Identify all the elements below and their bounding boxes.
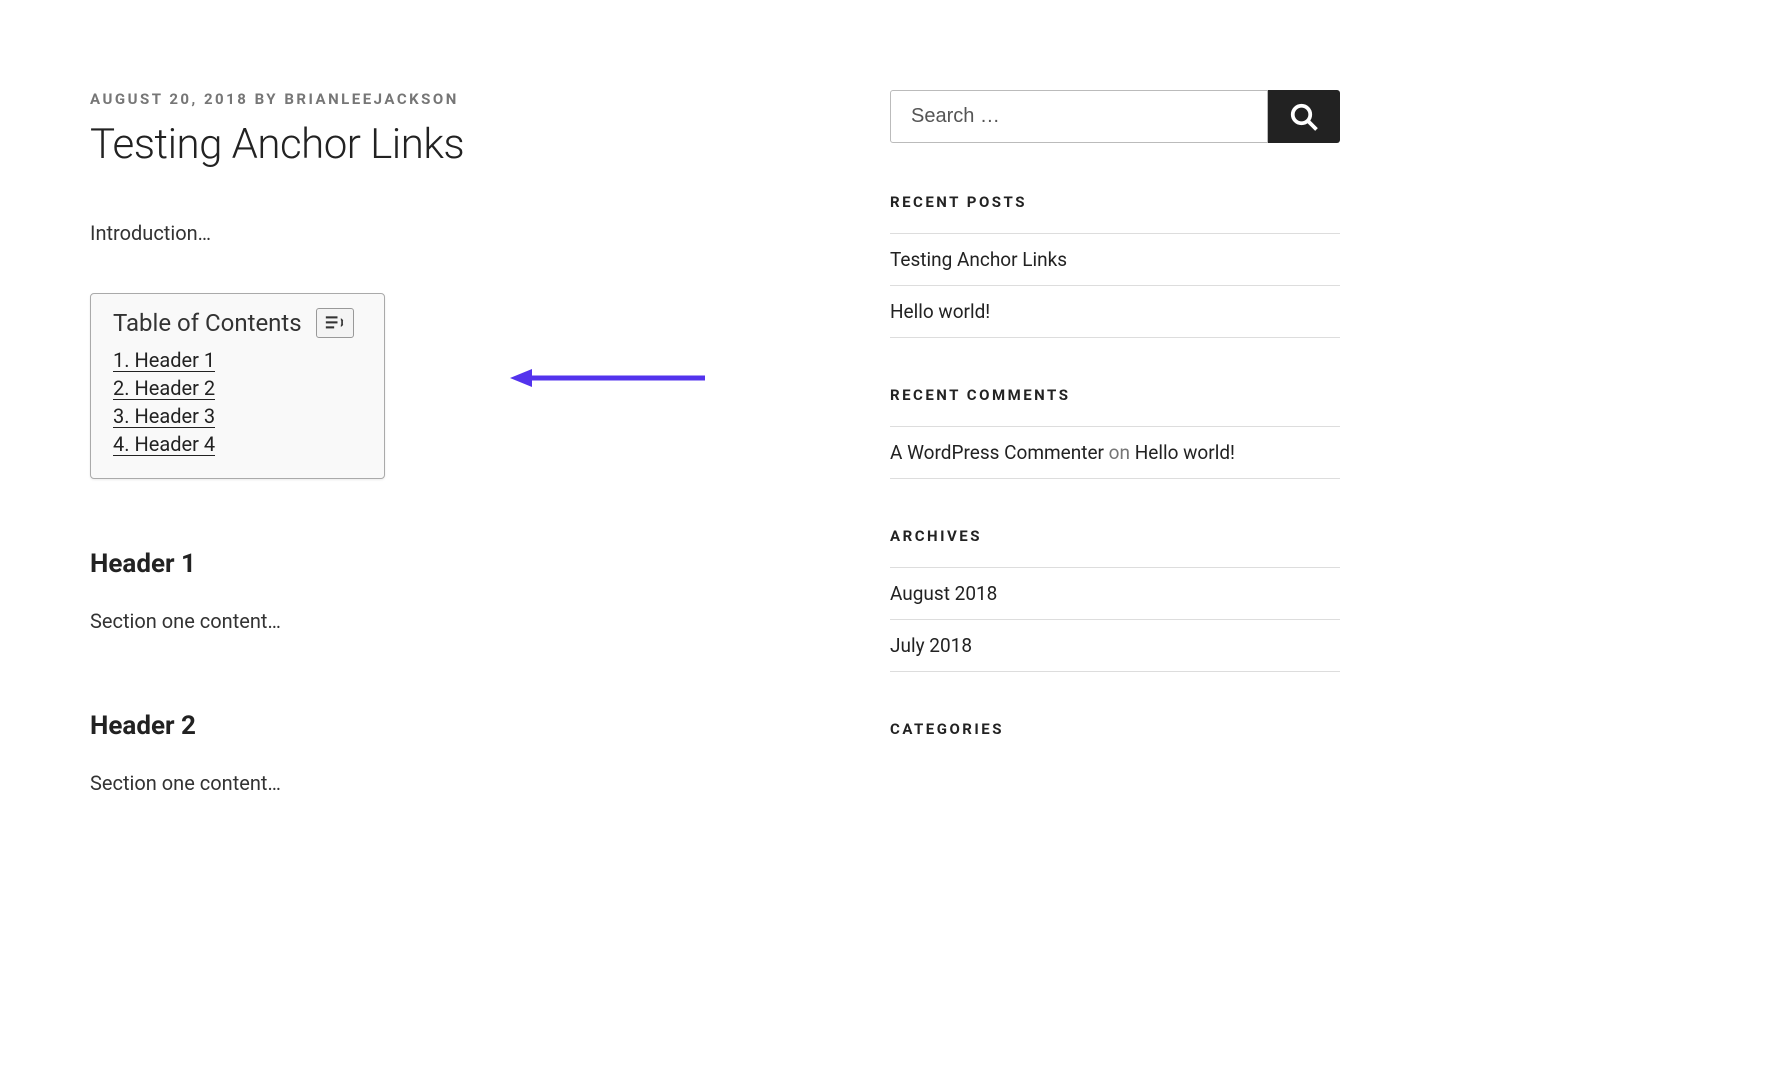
- recent-comments-list: A WordPress Commenter on Hello world!: [890, 426, 1340, 479]
- main-content: AUGUST 20, 2018 BY BRIANLEEJACKSON Testi…: [90, 90, 810, 873]
- post-intro: Introduction…: [90, 221, 810, 245]
- toc-item: 1. Header 1: [113, 348, 362, 372]
- search-form: [890, 90, 1340, 143]
- archives-list: August 2018 July 2018: [890, 567, 1340, 672]
- post-meta: AUGUST 20, 2018 BY BRIANLEEJACKSON: [90, 90, 810, 108]
- widget-title-recent-comments: Recent Comments: [890, 386, 1340, 404]
- toc-item: 2. Header 2: [113, 376, 362, 400]
- toc-title: Table of Contents: [113, 309, 302, 337]
- annotation-arrow: [510, 363, 710, 397]
- recent-post-link[interactable]: Hello world!: [890, 300, 990, 323]
- comment-post-link[interactable]: Hello world!: [1135, 441, 1235, 464]
- list-item: Hello world!: [890, 286, 1340, 338]
- toc-wrapper: Table of Contents 1. Header 1: [90, 293, 810, 479]
- section-content-1: Section one content…: [90, 609, 810, 633]
- section-content-2: Section one content…: [90, 771, 810, 795]
- archive-link[interactable]: August 2018: [890, 582, 997, 605]
- widget-title-categories: Categories: [890, 720, 1340, 738]
- arrow-icon: [510, 363, 710, 393]
- section-heading-2: Header 2: [90, 711, 810, 741]
- post-author-link[interactable]: BRIANLEEJACKSON: [284, 90, 459, 108]
- widget-recent-comments: Recent Comments A WordPress Commenter on…: [890, 386, 1340, 479]
- toc-toggle-icon: [325, 314, 345, 332]
- list-item: Testing Anchor Links: [890, 234, 1340, 286]
- toc-link-header-2[interactable]: 2. Header 2: [113, 376, 215, 400]
- search-button[interactable]: [1268, 90, 1340, 143]
- toc-link-header-1[interactable]: 1. Header 1: [113, 348, 215, 372]
- toc-item: 4. Header 4: [113, 432, 362, 456]
- comment-author-link[interactable]: A WordPress Commenter: [890, 441, 1104, 464]
- sidebar: Recent Posts Testing Anchor Links Hello …: [890, 90, 1340, 873]
- search-input[interactable]: [890, 90, 1268, 143]
- archive-link[interactable]: July 2018: [890, 634, 972, 657]
- toc-item: 3. Header 3: [113, 404, 362, 428]
- table-of-contents: Table of Contents 1. Header 1: [90, 293, 385, 479]
- comment-on-text: on: [1104, 441, 1135, 464]
- list-item: August 2018: [890, 568, 1340, 620]
- widget-recent-posts: Recent Posts Testing Anchor Links Hello …: [890, 193, 1340, 338]
- widget-archives: Archives August 2018 July 2018: [890, 527, 1340, 672]
- search-icon: [1289, 102, 1319, 132]
- recent-post-link[interactable]: Testing Anchor Links: [890, 248, 1067, 271]
- toc-link-header-3[interactable]: 3. Header 3: [113, 404, 215, 428]
- toc-toggle-button[interactable]: [316, 308, 354, 338]
- list-item: July 2018: [890, 620, 1340, 672]
- widget-title-archives: Archives: [890, 527, 1340, 545]
- toc-list: 1. Header 1 2. Header 2 3. Header 3 4. H…: [113, 348, 362, 456]
- post-title: Testing Anchor Links: [90, 120, 810, 169]
- list-item: A WordPress Commenter on Hello world!: [890, 427, 1340, 479]
- toc-header: Table of Contents: [113, 308, 362, 338]
- toc-link-header-4[interactable]: 4. Header 4: [113, 432, 215, 456]
- section-heading-1: Header 1: [90, 549, 810, 579]
- post-date: AUGUST 20, 2018: [90, 90, 248, 108]
- post-by-label: BY: [255, 90, 278, 108]
- widget-categories: Categories: [890, 720, 1340, 738]
- widget-title-recent-posts: Recent Posts: [890, 193, 1340, 211]
- recent-posts-list: Testing Anchor Links Hello world!: [890, 233, 1340, 338]
